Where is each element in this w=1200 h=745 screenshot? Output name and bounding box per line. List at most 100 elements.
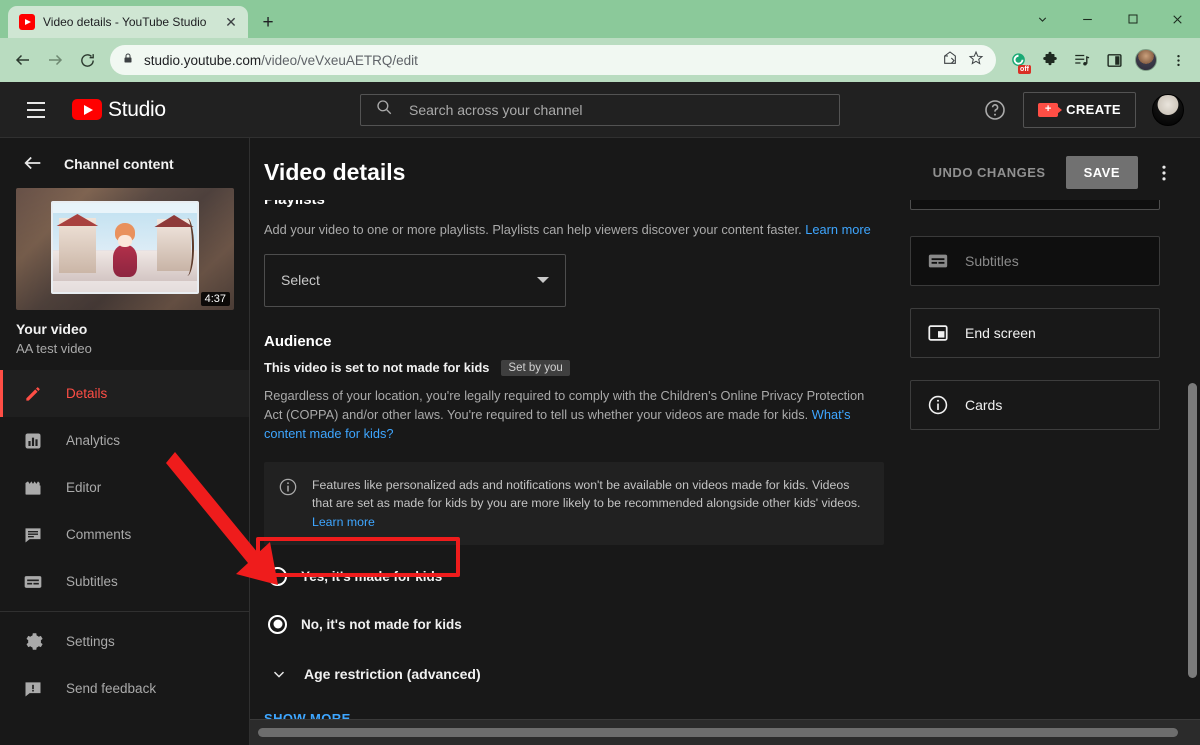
- audience-heading: Audience: [264, 332, 332, 350]
- undo-changes-button[interactable]: UNDO CHANGES: [927, 157, 1052, 188]
- youtube-icon: [72, 99, 102, 120]
- sidebar-item-label: Send feedback: [66, 681, 157, 696]
- sidebar-item-send-feedback[interactable]: Send feedback: [0, 665, 249, 712]
- right-panel: Subtitles End screen Cards: [910, 200, 1180, 719]
- extension-icons: off: [1004, 46, 1192, 74]
- horizontal-scrollbar[interactable]: [250, 719, 1200, 745]
- create-button[interactable]: + CREATE: [1023, 91, 1136, 128]
- info-circle-icon: [278, 477, 298, 497]
- subtitles-icon: [22, 571, 44, 593]
- right-card-end-screen[interactable]: End screen: [910, 308, 1160, 358]
- chevron-down-icon: [537, 277, 549, 284]
- sidebar-item-label: Editor: [66, 480, 102, 495]
- studio-logo-text: Studio: [108, 97, 166, 121]
- tab-search-icon[interactable]: [1020, 0, 1065, 38]
- audience-status-text: This video is set to not made for kids: [264, 360, 490, 376]
- forward-icon[interactable]: [40, 45, 70, 75]
- sidebar-item-details[interactable]: Details: [0, 370, 249, 417]
- right-card-label: End screen: [965, 325, 1036, 341]
- video-thumbnail[interactable]: 4:37: [0, 188, 249, 310]
- search-input[interactable]: Search across your channel: [360, 93, 840, 126]
- sidebar-item-analytics[interactable]: Analytics: [0, 417, 249, 464]
- sidebar-item-label: Settings: [66, 634, 115, 649]
- playlist-select[interactable]: Select: [264, 253, 566, 307]
- gear-icon: [22, 631, 44, 653]
- profile-avatar[interactable]: [1132, 46, 1160, 74]
- horizontal-scrollbar-thumb[interactable]: [258, 728, 1178, 737]
- sidebar-item-editor[interactable]: Editor: [0, 464, 249, 511]
- playlists-heading: Playlists: [264, 200, 896, 208]
- channel-content-label: Channel content: [64, 156, 174, 172]
- right-card-cards[interactable]: Cards: [910, 380, 1160, 430]
- radio-made-for-kids-yes[interactable]: Yes, it's made for kids: [264, 559, 896, 593]
- tab-title: Video details - YouTube Studio: [43, 15, 207, 29]
- chrome-menu-icon[interactable]: [1164, 46, 1192, 74]
- browser-tab[interactable]: Video details - YouTube Studio ✕: [8, 6, 248, 38]
- radio-icon[interactable]: [268, 566, 287, 586]
- playlist-icon[interactable]: [1068, 46, 1096, 74]
- close-icon[interactable]: ✕: [222, 13, 240, 31]
- info-learn-more-link[interactable]: Learn more: [312, 515, 375, 529]
- share-icon[interactable]: [942, 50, 958, 71]
- window-controls: [1020, 0, 1200, 38]
- studio-logo[interactable]: Studio: [72, 98, 166, 122]
- sidebar-item-comments[interactable]: Comments: [0, 511, 249, 558]
- minimize-icon[interactable]: [1065, 0, 1110, 38]
- end-screen-icon: [927, 322, 949, 344]
- studio-header: Studio Search across your channel + CREA…: [0, 82, 1200, 138]
- url-text: studio.youtube.com/video/veVxeuAETRQ/edi…: [144, 52, 418, 68]
- status-badge: Set by you: [501, 359, 570, 376]
- header-actions: + CREATE: [983, 91, 1184, 128]
- search-placeholder: Search across your channel: [409, 101, 583, 118]
- omnibox-actions: [942, 50, 984, 71]
- audience-legal-text: Regardless of your location, you're lega…: [264, 386, 876, 444]
- sidebar-item-label: Details: [66, 386, 108, 401]
- age-restriction-toggle[interactable]: Age restriction (advanced): [264, 665, 896, 683]
- extension-off-icon[interactable]: off: [1004, 46, 1032, 74]
- save-button[interactable]: SAVE: [1065, 156, 1138, 189]
- bookmark-star-icon[interactable]: [968, 50, 984, 71]
- right-card-label: Cards: [965, 397, 1003, 413]
- radio-icon-selected[interactable]: [268, 614, 287, 634]
- vertical-scrollbar-thumb[interactable]: [1188, 383, 1197, 678]
- audience-info-box: Features like personalized ads and notif…: [264, 461, 884, 546]
- breadcrumb[interactable]: Channel content: [0, 138, 249, 188]
- close-window-icon[interactable]: [1155, 0, 1200, 38]
- help-circle-icon[interactable]: [983, 98, 1007, 122]
- side-panel-icon[interactable]: [1100, 46, 1128, 74]
- header-action-group: UNDO CHANGES SAVE: [927, 156, 1176, 189]
- back-arrow-icon[interactable]: [22, 152, 46, 176]
- sidebar-item-settings[interactable]: Settings: [0, 618, 249, 665]
- avatar[interactable]: [1152, 93, 1184, 126]
- reload-icon[interactable]: [72, 45, 102, 75]
- browser-toolbar: studio.youtube.com/video/veVxeuAETRQ/edi…: [0, 38, 1200, 82]
- kebab-menu-icon[interactable]: [1152, 161, 1176, 185]
- video-meta: Your video AA test video: [0, 310, 249, 370]
- radio-made-for-kids-no[interactable]: No, it's not made for kids: [264, 607, 896, 641]
- maximize-icon[interactable]: [1110, 0, 1155, 38]
- age-restriction-label: Age restriction (advanced): [304, 666, 481, 683]
- radio-label: No, it's not made for kids: [301, 616, 462, 632]
- video-duration: 4:37: [200, 292, 230, 306]
- new-tab-button[interactable]: +: [254, 8, 282, 36]
- sidebar-item-label: Subtitles: [66, 574, 118, 589]
- right-card-subtitles[interactable]: Subtitles: [910, 236, 1160, 286]
- create-button-label: CREATE: [1066, 102, 1121, 117]
- video-subtitle: AA test video: [16, 341, 92, 356]
- details-form: Playlists Add your video to one or more …: [250, 200, 910, 745]
- vertical-scrollbar[interactable]: [1187, 138, 1198, 719]
- hamburger-icon[interactable]: [16, 90, 56, 130]
- info-body: Features like personalized ads and notif…: [312, 477, 861, 511]
- thumbnail-image: [50, 201, 200, 295]
- back-icon[interactable]: [8, 45, 38, 75]
- pencil-icon: [22, 383, 44, 405]
- sidebar-item-subtitles[interactable]: Subtitles: [0, 558, 249, 605]
- learn-more-link[interactable]: Learn more: [805, 222, 870, 237]
- legal-body: Regardless of your location, you're lega…: [264, 387, 865, 422]
- video-title: Your video: [16, 321, 88, 337]
- audience-status-row: This video is set to not made for kids S…: [264, 359, 896, 376]
- address-bar[interactable]: studio.youtube.com/video/veVxeuAETRQ/edi…: [110, 45, 996, 75]
- playlist-select-value: Select: [281, 272, 320, 289]
- puzzle-extensions-icon[interactable]: [1036, 46, 1064, 74]
- browser-window: Video details - YouTube Studio ✕ + studi…: [0, 0, 1200, 745]
